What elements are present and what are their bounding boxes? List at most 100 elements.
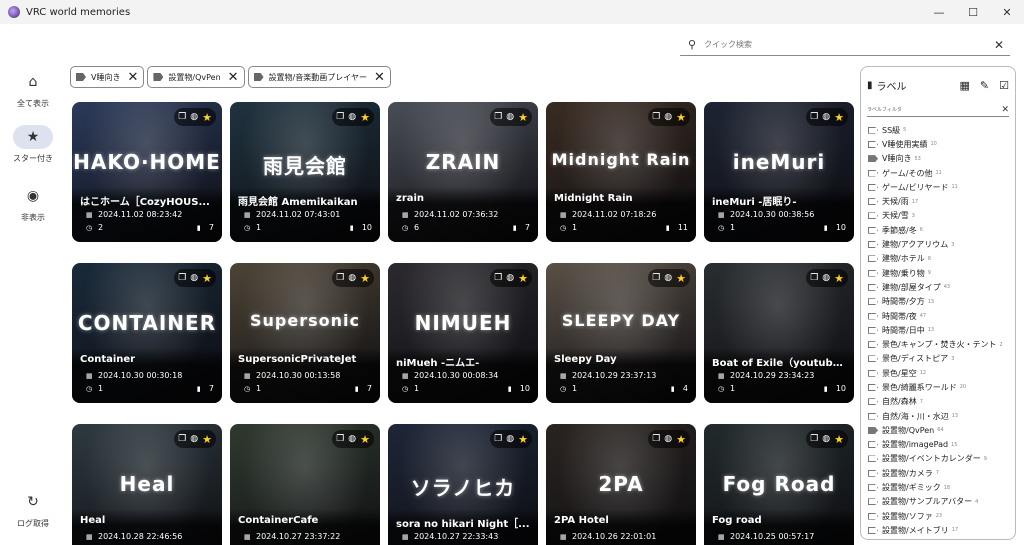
label-item[interactable]: V睡使用実績 10 (868, 137, 1015, 151)
globe-icon[interactable]: ◍ (822, 112, 830, 122)
label-item[interactable]: 天候/雨 17 (868, 194, 1015, 208)
copy-icon[interactable]: ❐ (336, 434, 344, 444)
label-item[interactable]: 設置物/サンプルアバター 4 (868, 495, 1015, 509)
label-item[interactable]: V睡向き 53 (868, 152, 1015, 166)
checklist-icon[interactable]: ☑ (999, 79, 1009, 92)
copy-icon[interactable]: ❐ (652, 273, 660, 283)
label-item[interactable]: 建物/ホテル 8 (868, 252, 1015, 266)
star-toggle-icon[interactable]: ★ (676, 433, 686, 446)
star-toggle-icon[interactable]: ★ (834, 111, 844, 124)
label-item[interactable]: 景色/キャンプ・焚き火・テント 2 (868, 337, 1015, 351)
world-card[interactable]: Supersonic ❐ ◍ ★ SupersonicPrivateJet ▦ 2024.1… (230, 263, 380, 403)
globe-icon[interactable]: ◍ (822, 434, 830, 444)
nav-hidden[interactable]: ◉ 非表示 (8, 184, 58, 223)
star-toggle-icon[interactable]: ★ (834, 272, 844, 285)
star-toggle-icon[interactable]: ★ (202, 111, 212, 124)
globe-icon[interactable]: ◍ (348, 273, 356, 283)
star-toggle-icon[interactable]: ★ (202, 272, 212, 285)
star-toggle-icon[interactable]: ★ (518, 111, 528, 124)
world-card[interactable]: 2PA❐◍★2PA Hotel▦2024.10.26 22:01:01◷▮ (546, 424, 696, 545)
world-card[interactable]: 雨見会館 ❐ ◍ ★ 雨見会館 Amemikaikan ▦ 2024.11.02 07:43… (230, 102, 380, 242)
world-card[interactable]: NIMUEH ❐ ◍ ★ niMueh -ニムエ- ▦ 2024.10.30 00:08:3… (388, 263, 538, 403)
remove-filter-icon[interactable]: ✕ (374, 71, 385, 84)
nav-starred[interactable]: ★ スター付き (8, 125, 58, 164)
label-item[interactable]: 自然/森林 7 (868, 395, 1015, 409)
star-toggle-icon[interactable]: ★ (360, 272, 370, 285)
copy-icon[interactable]: ❐ (336, 112, 344, 122)
label-item[interactable]: 天候/雪 3 (868, 209, 1015, 223)
remove-filter-icon[interactable]: ✕ (127, 71, 138, 84)
world-card[interactable]: ソラノヒカ ❐ ◍ ★ sora no hikari Night［... ▦ 2024.10… (388, 424, 538, 545)
label-item[interactable]: 時間帯/夕方 13 (868, 295, 1015, 309)
copy-icon[interactable]: ❐ (652, 112, 660, 122)
world-card[interactable]: HAKO·HOME ❐ ◍ ★ はこホーム［CozyHOUS... ▦ 2024.11.02… (72, 102, 222, 242)
label-filter-field[interactable]: ラベルフィルタ ✕ (867, 103, 1009, 117)
label-item[interactable]: 設置物/ソファ 23 (868, 509, 1015, 523)
star-toggle-icon[interactable]: ★ (676, 111, 686, 124)
nav-fetch-log[interactable]: ↻ ログ取得 (8, 490, 58, 529)
globe-icon[interactable]: ◍ (348, 112, 356, 122)
label-item[interactable]: SS級 5 (868, 123, 1015, 137)
copy-icon[interactable]: ❐ (178, 273, 186, 283)
copy-icon[interactable]: ❐ (810, 434, 818, 444)
world-card[interactable]: ❐◍★ContainerCafe▦2024.10.27 23:37:22◷▮ (230, 424, 380, 545)
label-item[interactable]: ゲーム/その他 11 (868, 166, 1015, 180)
label-item[interactable]: 時間帯/日中 13 (868, 323, 1015, 337)
globe-icon[interactable]: ◍ (664, 434, 672, 444)
star-toggle-icon[interactable]: ★ (518, 433, 528, 446)
label-item[interactable]: 建物/乗り物 9 (868, 266, 1015, 280)
star-toggle-icon[interactable]: ★ (360, 433, 370, 446)
world-card[interactable]: Midnight Rain ❐ ◍ ★ Midnight Rain ▦ 2024.11.02… (546, 102, 696, 242)
nav-all[interactable]: ⌂ 全て表示 (8, 70, 58, 109)
label-item[interactable]: 景色/星空 12 (868, 366, 1015, 380)
filter-chip[interactable]: 設置物/QvPen ✕ (147, 66, 245, 88)
maximize-button[interactable]: ☐ (956, 0, 990, 24)
world-card[interactable]: ineMuri ❐ ◍ ★ ineMuri -居眠り- ▦ 2024.10.30 00:38… (704, 102, 854, 242)
star-toggle-icon[interactable]: ★ (202, 433, 212, 446)
remove-filter-icon[interactable]: ✕ (228, 71, 239, 84)
copy-icon[interactable]: ❐ (494, 434, 502, 444)
star-toggle-icon[interactable]: ★ (360, 111, 370, 124)
globe-icon[interactable]: ◍ (822, 273, 830, 283)
clear-label-filter-icon[interactable]: ✕ (1001, 105, 1009, 115)
clear-search-icon[interactable]: ✕ (994, 38, 1004, 52)
globe-icon[interactable]: ◍ (190, 434, 198, 444)
copy-icon[interactable]: ❐ (494, 112, 502, 122)
star-toggle-icon[interactable]: ★ (676, 272, 686, 285)
copy-icon[interactable]: ❐ (810, 273, 818, 283)
globe-icon[interactable]: ◍ (506, 273, 514, 283)
star-toggle-icon[interactable]: ★ (834, 433, 844, 446)
label-item[interactable]: 建物/アクアリウム 3 (868, 237, 1015, 251)
world-card[interactable]: CONTAINER ❐ ◍ ★ Container ▦ 2024.10.30 00:30:1… (72, 263, 222, 403)
copy-icon[interactable]: ❐ (178, 434, 186, 444)
globe-icon[interactable]: ◍ (664, 112, 672, 122)
label-item[interactable]: 自然/海・川・水辺 13 (868, 409, 1015, 423)
label-item[interactable]: 時間帯/夜 47 (868, 309, 1015, 323)
copy-icon[interactable]: ❐ (336, 273, 344, 283)
globe-icon[interactable]: ◍ (190, 273, 198, 283)
label-item[interactable]: ゲーム/ビリヤード 11 (868, 180, 1015, 194)
world-card[interactable]: Heal❐◍★Heal▦2024.10.28 22:46:56◷▮ (72, 424, 222, 545)
world-card[interactable]: Fog Road❐◍★Fog road▦2024.10.25 00:57:17◷… (704, 424, 854, 545)
globe-icon[interactable]: ◍ (348, 434, 356, 444)
label-item[interactable]: 設置物/imagePad 15 (868, 438, 1015, 452)
copy-icon[interactable]: ❐ (494, 273, 502, 283)
label-item[interactable]: 建物/部屋タイプ 43 (868, 280, 1015, 294)
filter-chip[interactable]: V睡向き ✕ (70, 66, 145, 88)
world-card[interactable]: ZRAIN ❐ ◍ ★ zrain ▦ 2024.11.02 07:36:32 ◷ 6 ▮ 7 (388, 102, 538, 242)
quick-search-input[interactable] (704, 40, 994, 49)
copy-icon[interactable]: ❐ (178, 112, 186, 122)
globe-icon[interactable]: ◍ (506, 434, 514, 444)
star-toggle-icon[interactable]: ★ (518, 272, 528, 285)
label-item[interactable]: 設置物/メイトブリ 17 (868, 523, 1015, 537)
copy-icon[interactable]: ❐ (652, 434, 660, 444)
globe-icon[interactable]: ◍ (190, 112, 198, 122)
label-item[interactable]: 季節感/冬 6 (868, 223, 1015, 237)
label-item[interactable]: 景色/綺麗系ワールド 20 (868, 380, 1015, 394)
globe-icon[interactable]: ◍ (506, 112, 514, 122)
globe-icon[interactable]: ◍ (664, 273, 672, 283)
label-item[interactable]: 設置物/QvPen 64 (868, 423, 1015, 437)
filter-chip[interactable]: 設置物/音楽動画プレイヤー ✕ (247, 66, 391, 88)
grid-off-icon[interactable]: ▦ (960, 79, 970, 92)
label-item[interactable]: 設置物/カメラ 7 (868, 466, 1015, 480)
